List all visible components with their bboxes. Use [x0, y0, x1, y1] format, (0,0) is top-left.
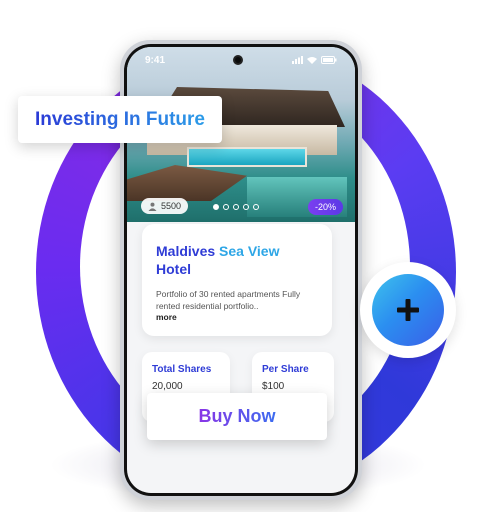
status-icons [292, 56, 337, 64]
carousel-dot[interactable] [253, 204, 259, 210]
more-link[interactable]: more [156, 312, 321, 322]
per-share-value: $100 [262, 381, 285, 392]
add-button[interactable] [360, 262, 456, 358]
buy-now-button[interactable]: Buy Now [147, 393, 327, 440]
villa-deck [127, 165, 247, 201]
villa-pool [187, 147, 307, 167]
property-title-part2: Sea View [219, 243, 280, 259]
property-card[interactable]: Maldives Sea View Hotel Portfolio of 30 … [142, 224, 332, 336]
user-icon [148, 202, 157, 211]
owners-count: 5500 [161, 201, 182, 211]
discount-badge: -20% [307, 199, 343, 215]
headline-text: Investing In Future [35, 108, 205, 130]
carousel-dot[interactable] [243, 204, 249, 210]
status-time: 9:41 [145, 54, 166, 66]
image-carousel-dots[interactable] [213, 204, 259, 210]
headline-callout: Investing In Future [18, 96, 222, 143]
per-share-label: Per Share [262, 364, 309, 375]
owners-chip: 5500 [141, 198, 189, 214]
status-bar: 9:41 [127, 47, 355, 73]
property-description: Portfolio of 30 rented apartments Fully … [156, 289, 301, 311]
battery-icon [321, 56, 337, 64]
add-button-inner [372, 274, 444, 346]
total-shares-label: Total Shares [152, 364, 212, 375]
carousel-dot[interactable] [223, 204, 229, 210]
buy-now-label: Buy Now [198, 406, 276, 426]
property-title: Maldives Sea View Hotel [156, 242, 321, 278]
property-title-part1: Maldives [156, 243, 216, 259]
property-title-part3: Hotel [156, 261, 191, 277]
signal-icon [292, 56, 303, 64]
carousel-dot[interactable] [213, 204, 219, 210]
wifi-icon [307, 57, 317, 64]
total-shares-value: 20,000 [152, 381, 183, 392]
carousel-dot[interactable] [233, 204, 239, 210]
plus-icon [397, 299, 419, 321]
